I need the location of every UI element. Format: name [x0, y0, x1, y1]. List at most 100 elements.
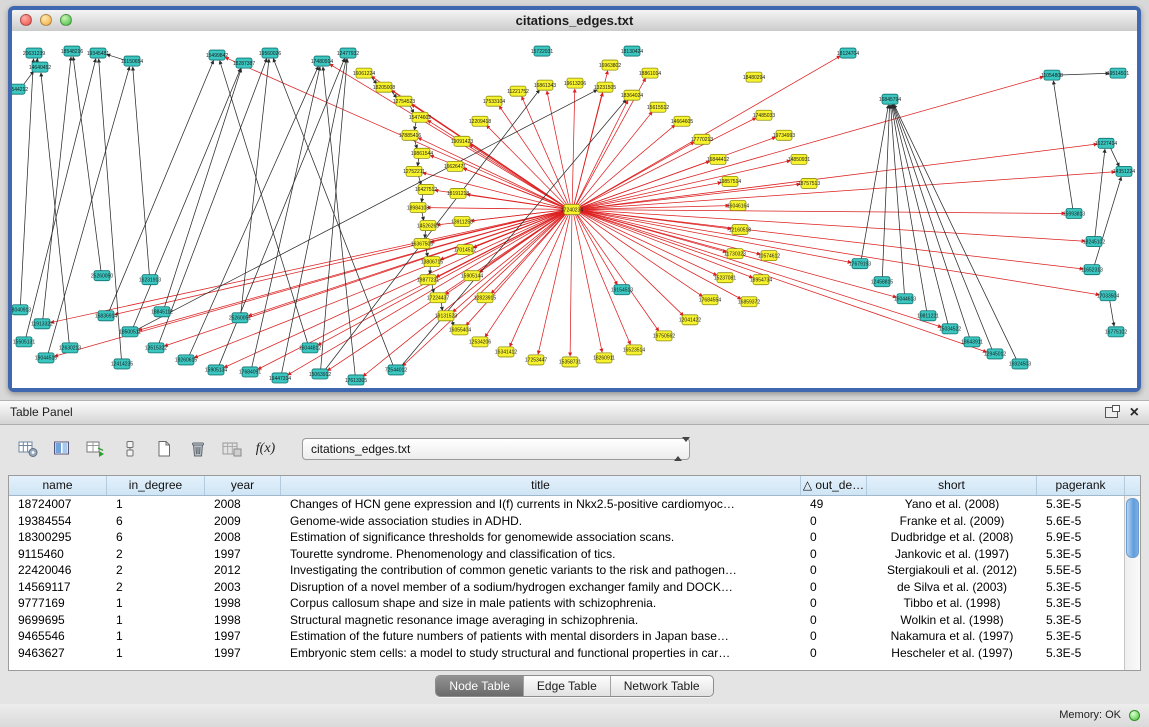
graph-node[interactable]: 12458815 — [871, 277, 893, 287]
graph-node[interactable]: 15358731 — [559, 357, 581, 367]
table-cell[interactable]: 2 — [107, 579, 205, 596]
graph-node[interactable]: 18124704 — [837, 48, 859, 58]
graph-node[interactable]: 19044515 — [35, 353, 57, 363]
graph-node[interactable]: 19131523 — [435, 311, 457, 321]
graph-node[interactable]: 11221752 — [507, 86, 529, 96]
table-cell[interactable]: 5.9E-5 — [1037, 529, 1125, 546]
graph-node[interactable]: 19857514 — [719, 176, 741, 186]
graph-node[interactable]: 14664605 — [671, 116, 693, 126]
table-cell[interactable]: 0 — [801, 612, 867, 629]
table-row[interactable]: 946554611997Estimation of the future num… — [9, 628, 1125, 645]
graph-node[interactable]: 15237081 — [714, 273, 736, 283]
graph-node[interactable]: 16775102 — [1105, 327, 1127, 337]
graph-node[interactable]: 17885416 — [399, 130, 421, 140]
table-cell[interactable]: 1997 — [205, 645, 281, 662]
graph-node[interactable]: 13911253 — [451, 217, 473, 227]
graph-node[interactable]: 16626471 — [444, 161, 466, 171]
graph-node[interactable]: 16836914 — [95, 311, 117, 321]
graph-node[interactable]: 19091423 — [451, 136, 473, 146]
graph-node[interactable]: 14526263 — [417, 221, 439, 231]
table-cell[interactable]: 0 — [801, 595, 867, 612]
graph-node[interactable]: 19734993 — [773, 130, 795, 140]
show-columns-icon[interactable] — [48, 436, 75, 462]
graph-node[interactable]: 12752211 — [403, 166, 425, 176]
graph-node[interactable]: 12041422 — [679, 315, 701, 325]
graph-node[interactable]: 15722031 — [531, 46, 553, 56]
graph-node[interactable]: 15474602 — [409, 112, 431, 122]
graph-node[interactable]: 16046164 — [727, 200, 749, 210]
close-window-button[interactable] — [20, 14, 32, 26]
graph-node[interactable]: 12160518 — [729, 225, 751, 235]
table-cell[interactable]: Jankovic et al. (1997) — [867, 546, 1037, 563]
table-cell[interactable]: Investigating the contribution of common… — [281, 562, 801, 579]
table-row[interactable]: 1456911722003Disruption of a novel membe… — [9, 579, 1125, 596]
table-cell[interactable]: Corpus callosum shape and size in male p… — [281, 595, 801, 612]
table-cell[interactable]: Hescheler et al. (1997) — [867, 645, 1037, 662]
table-cell[interactable]: 5.3E-5 — [1037, 546, 1125, 563]
graph-node[interactable]: 12630213 — [59, 343, 81, 353]
graph-node[interactable]: 18287387 — [233, 58, 255, 68]
table-cell[interactable]: 0 — [801, 579, 867, 596]
table-cell[interactable]: 6 — [107, 529, 205, 546]
table-cell[interactable]: Wolkin et al. (1998) — [867, 612, 1037, 629]
table-cell[interactable]: Estimation of the future numbers of pati… — [281, 628, 801, 645]
graph-node[interactable]: 16341412 — [495, 347, 517, 357]
graph-node[interactable]: 72544012 — [385, 365, 407, 375]
table-cell[interactable]: 1 — [107, 645, 205, 662]
graph-node[interactable]: 17224437 — [427, 293, 449, 303]
graph-node[interactable]: 12477932 — [337, 48, 359, 58]
table-cell[interactable]: 5.3E-5 — [1037, 579, 1125, 596]
table-row[interactable]: 977716911998Corpus callosum shape and si… — [9, 595, 1125, 612]
table-cell[interactable]: 0 — [801, 645, 867, 662]
column-header-in_degree[interactable]: in_degree — [107, 476, 205, 495]
table-cell[interactable]: 1 — [107, 595, 205, 612]
graph-node[interactable]: 17480914 — [311, 56, 333, 66]
graph-node[interactable]: 15505131 — [13, 337, 35, 347]
graph-node[interactable]: 18861014 — [639, 68, 661, 78]
table-cell[interactable]: 5.3E-5 — [1037, 645, 1125, 662]
graph-node[interactable]: 16861343 — [534, 80, 556, 90]
table-cell[interactable]: 1 — [107, 496, 205, 513]
graph-node[interactable]: 16844412 — [707, 154, 729, 164]
graph-node[interactable]: 18245102 — [1083, 237, 1105, 247]
graph-node[interactable]: 18130424 — [621, 46, 643, 56]
table-options-icon[interactable] — [14, 436, 41, 462]
graph-node[interactable]: 17240234 — [561, 204, 583, 214]
table-row[interactable]: 911546021997Tourette syndrome. Phenomeno… — [9, 546, 1125, 563]
table-cell[interactable]: Genome-wide association studies in ADHD. — [281, 513, 801, 530]
graph-node[interactable]: 17014512 — [454, 245, 476, 255]
graph-node[interactable]: 19877231 — [417, 275, 439, 285]
graph-node[interactable]: 14640452 — [29, 62, 51, 72]
minimize-window-button[interactable] — [40, 14, 52, 26]
graph-node[interactable]: 17485033 — [753, 110, 775, 120]
graph-node[interactable]: 16845794 — [879, 94, 901, 104]
graph-node[interactable]: 17679193 — [849, 259, 871, 269]
graph-node[interactable]: 19861544 — [411, 148, 433, 158]
graph-node[interactable]: 19345481 — [87, 48, 109, 58]
window-titlebar[interactable]: citations_edges.txt — [12, 10, 1137, 32]
graph-node[interactable]: 15499842 — [206, 50, 228, 60]
graph-node[interactable]: 17770213 — [691, 134, 713, 144]
graph-node[interactable]: 20631239 — [23, 48, 45, 58]
graph-node[interactable]: 12534206 — [469, 337, 491, 347]
table-cell[interactable]: 1 — [107, 628, 205, 645]
table-cell[interactable]: Dudbridge et al. (2008) — [867, 529, 1037, 546]
graph-node[interactable]: 19560026 — [259, 48, 281, 58]
graph-node[interactable]: 12754523 — [393, 96, 415, 106]
graph-node[interactable]: 16367505 — [411, 239, 433, 249]
tab-node-table[interactable]: Node Table — [436, 676, 524, 696]
graph-node[interactable]: 15993813 — [1063, 208, 1085, 218]
graph-node[interactable]: 19750562 — [653, 331, 675, 341]
graph-node[interactable]: 16061224 — [353, 68, 375, 78]
graph-node[interactable]: 18040913 — [12, 305, 31, 315]
table-select-dropdown[interactable]: citations_edges.txt — [302, 438, 690, 460]
graph-node[interactable]: 15615512 — [647, 102, 669, 112]
table-row[interactable]: 1872400712008Changes of HCN gene express… — [9, 496, 1125, 513]
table-cell[interactable]: 6 — [107, 513, 205, 530]
table-cell[interactable]: 0 — [801, 513, 867, 530]
table-cell[interactable]: 0 — [801, 529, 867, 546]
import-table-icon[interactable] — [218, 436, 245, 462]
graph-node[interactable]: 17684554 — [699, 295, 721, 305]
graph-node[interactable]: 18757513 — [798, 178, 820, 188]
network-canvas[interactable]: 1724023420631239185482161934548116150654… — [12, 31, 1137, 388]
